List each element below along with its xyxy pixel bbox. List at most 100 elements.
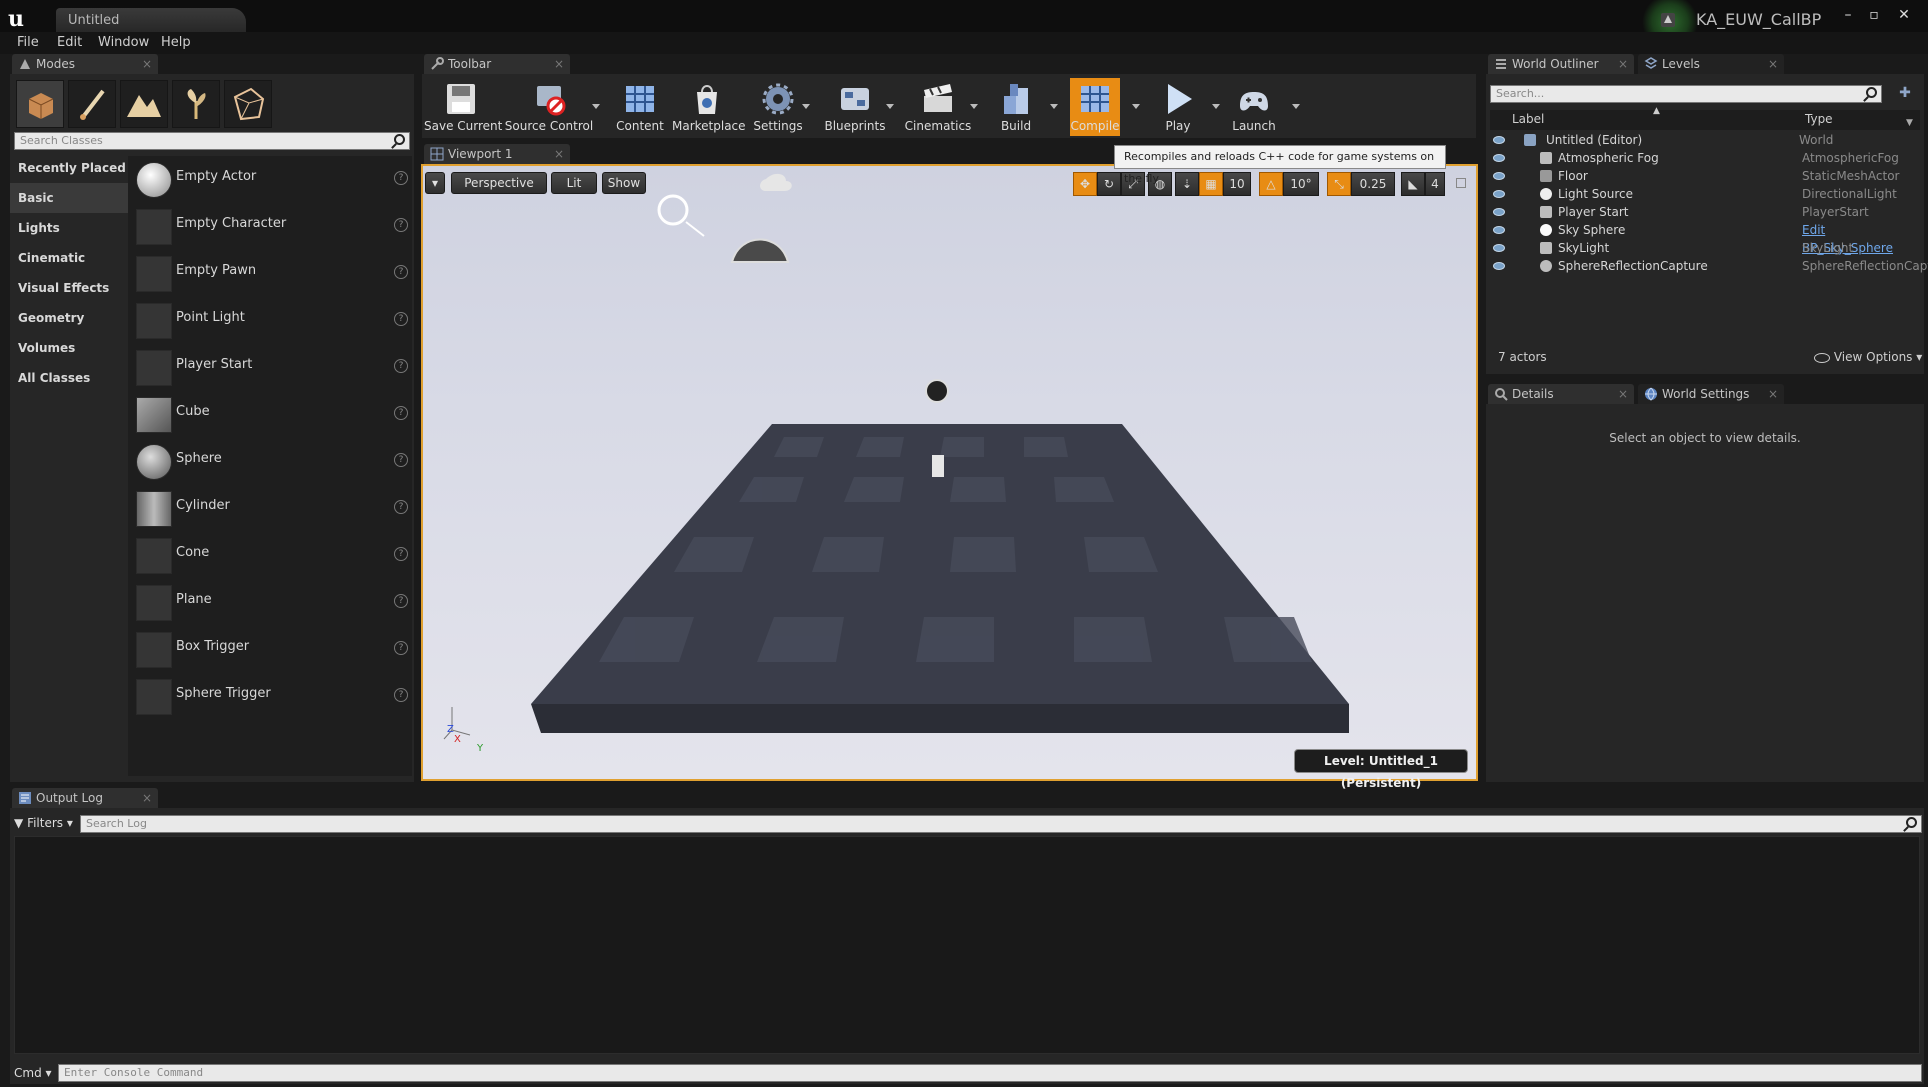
list-item[interactable]: Empty Pawn? bbox=[134, 249, 412, 296]
list-item[interactable]: Plane? bbox=[134, 578, 412, 625]
lit-button[interactable]: Lit bbox=[551, 172, 597, 194]
grid-snap-icon[interactable]: ▦ bbox=[1199, 172, 1223, 196]
list-item[interactable]: Cone? bbox=[134, 531, 412, 578]
visibility-eye-icon[interactable] bbox=[1493, 226, 1505, 234]
list-item[interactable]: Point Light? bbox=[134, 296, 412, 343]
unreal-logo-icon[interactable]: u bbox=[8, 6, 36, 34]
category-lights[interactable]: Lights bbox=[10, 213, 128, 243]
help-icon[interactable]: ? bbox=[394, 594, 408, 608]
maximize-button[interactable]: ▫ bbox=[1862, 6, 1886, 24]
search-icon[interactable] bbox=[1906, 817, 1917, 828]
column-label[interactable]: Label bbox=[1512, 112, 1544, 126]
camera-speed-value[interactable]: 4 bbox=[1425, 172, 1445, 196]
menu-help[interactable]: Help bbox=[161, 32, 191, 54]
list-item[interactable]: Sphere Trigger? bbox=[134, 672, 412, 719]
cinematics-dropdown-icon[interactable] bbox=[970, 104, 978, 109]
help-icon[interactable]: ? bbox=[394, 312, 408, 326]
content-button[interactable]: Content bbox=[610, 78, 670, 136]
help-icon[interactable]: ? bbox=[394, 218, 408, 232]
help-icon[interactable]: ? bbox=[394, 265, 408, 279]
build-dropdown-icon[interactable] bbox=[1050, 104, 1058, 109]
list-item[interactable]: Player Start? bbox=[134, 343, 412, 390]
visibility-eye-icon[interactable] bbox=[1493, 172, 1505, 180]
column-type[interactable]: Type bbox=[1805, 112, 1833, 126]
outliner-row[interactable]: Untitled (Editor) World bbox=[1490, 131, 1920, 149]
category-cinematic[interactable]: Cinematic bbox=[10, 243, 128, 273]
close-tab-icon[interactable]: × bbox=[554, 144, 564, 164]
help-icon[interactable]: ? bbox=[394, 688, 408, 702]
close-tab-icon[interactable]: × bbox=[1618, 54, 1628, 74]
build-button[interactable]: Build bbox=[988, 78, 1044, 136]
close-tab-icon[interactable]: × bbox=[142, 788, 152, 808]
help-icon[interactable]: ? bbox=[394, 171, 408, 185]
close-tab-icon[interactable]: × bbox=[142, 54, 152, 74]
list-item[interactable]: Box Trigger? bbox=[134, 625, 412, 672]
help-icon[interactable]: ? bbox=[394, 547, 408, 561]
foliage-mode-button[interactable] bbox=[172, 80, 220, 128]
tab-levels[interactable]: Levels × bbox=[1638, 54, 1784, 74]
minimize-button[interactable]: – bbox=[1836, 6, 1860, 24]
launch-dropdown-icon[interactable] bbox=[1292, 104, 1300, 109]
help-icon[interactable]: ? bbox=[394, 406, 408, 420]
category-volumes[interactable]: Volumes bbox=[10, 333, 128, 363]
filters-dropdown[interactable]: ▼ Filters ▾ bbox=[14, 814, 74, 832]
category-all-classes[interactable]: All Classes bbox=[10, 363, 128, 393]
log-output-area[interactable] bbox=[14, 836, 1920, 1054]
close-tab-icon[interactable]: × bbox=[1768, 54, 1778, 74]
close-tab-icon[interactable]: × bbox=[1618, 384, 1628, 404]
settings-button[interactable]: Settings bbox=[748, 78, 808, 136]
outliner-search-input[interactable]: Search... bbox=[1490, 85, 1882, 103]
paint-mode-button[interactable] bbox=[68, 80, 116, 128]
search-icon[interactable] bbox=[394, 134, 405, 145]
tab-toolbar[interactable]: Toolbar × bbox=[424, 54, 570, 74]
blueprints-dropdown-icon[interactable] bbox=[886, 104, 894, 109]
outliner-row[interactable]: Sky Sphere Edit BP_Sky_Sphere bbox=[1490, 221, 1920, 255]
save-current-button[interactable]: Save Current bbox=[424, 78, 502, 136]
outliner-row[interactable]: SphereReflectionCapture SphereReflectionC… bbox=[1490, 257, 1928, 275]
list-item[interactable]: Cylinder? bbox=[134, 484, 412, 531]
outliner-row[interactable]: Player Start PlayerStart bbox=[1490, 203, 1920, 221]
play-button[interactable]: Play bbox=[1150, 78, 1206, 136]
visibility-eye-icon[interactable] bbox=[1493, 190, 1505, 198]
marketplace-button[interactable]: Marketplace bbox=[672, 78, 746, 136]
tab-world-settings[interactable]: World Settings × bbox=[1638, 384, 1784, 404]
visibility-eye-icon[interactable] bbox=[1493, 244, 1505, 252]
grid-snap-value[interactable]: 10 bbox=[1223, 172, 1251, 196]
tab-output-log[interactable]: Output Log × bbox=[12, 788, 158, 808]
help-icon[interactable]: ? bbox=[394, 500, 408, 514]
category-basic[interactable]: Basic bbox=[10, 183, 128, 213]
menu-file[interactable]: File bbox=[17, 32, 39, 54]
surface-snap-icon[interactable]: ⇣ bbox=[1175, 172, 1199, 196]
category-visual-effects[interactable]: Visual Effects bbox=[10, 273, 128, 303]
visibility-eye-icon[interactable] bbox=[1493, 136, 1505, 144]
outliner-row[interactable]: Floor StaticMeshActor bbox=[1490, 167, 1920, 185]
show-button[interactable]: Show bbox=[602, 172, 646, 194]
outliner-row[interactable]: Atmospheric Fog AtmosphericFog bbox=[1490, 149, 1920, 167]
tab-world-outliner[interactable]: World Outliner × bbox=[1488, 54, 1634, 74]
menu-edit[interactable]: Edit bbox=[57, 32, 82, 54]
place-mode-button[interactable] bbox=[16, 80, 64, 128]
play-dropdown-icon[interactable] bbox=[1212, 104, 1220, 109]
add-actor-icon[interactable]: ✚ bbox=[1896, 85, 1914, 103]
translate-mode-icon[interactable]: ✥ bbox=[1073, 172, 1097, 196]
close-tab-icon[interactable]: × bbox=[554, 54, 564, 74]
cmd-dropdown[interactable]: Cmd ▾ bbox=[14, 1063, 58, 1083]
source-control-button[interactable]: Source Control bbox=[504, 78, 594, 136]
compile-dropdown-icon[interactable] bbox=[1132, 104, 1140, 109]
menu-window[interactable]: Window bbox=[98, 32, 149, 54]
tab-modes[interactable]: Modes × bbox=[12, 54, 158, 74]
tab-details[interactable]: Details × bbox=[1488, 384, 1634, 404]
settings-dropdown-icon[interactable] bbox=[802, 104, 810, 109]
log-search-input[interactable]: Search Log bbox=[80, 815, 1922, 833]
source-control-dropdown-icon[interactable] bbox=[592, 104, 600, 109]
viewport-options-dropdown[interactable]: ▾ bbox=[425, 172, 445, 194]
list-item[interactable]: Cube? bbox=[134, 390, 412, 437]
outliner-row[interactable]: SkyLight SkyLight bbox=[1490, 239, 1920, 257]
tab-viewport[interactable]: Viewport 1 × bbox=[424, 144, 570, 164]
list-item[interactable]: Sphere? bbox=[134, 437, 412, 484]
category-geometry[interactable]: Geometry bbox=[10, 303, 128, 333]
list-item[interactable]: Empty Character? bbox=[134, 202, 412, 249]
cinematics-button[interactable]: Cinematics bbox=[902, 78, 974, 136]
landscape-mode-button[interactable] bbox=[120, 80, 168, 128]
column-dropdown-icon[interactable]: ▼ bbox=[1906, 118, 1913, 128]
